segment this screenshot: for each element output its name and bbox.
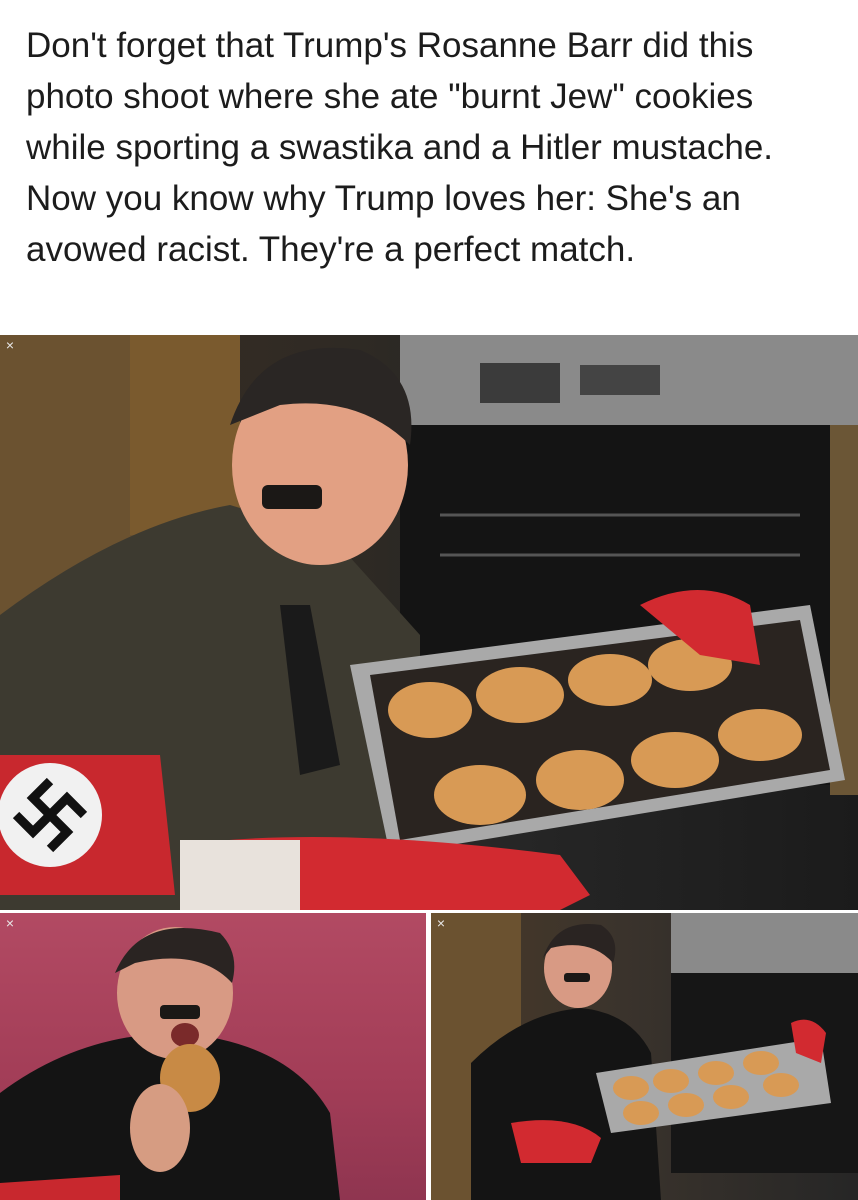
open-mouth [171,1023,199,1047]
bottom-right-photo[interactable]: × [431,913,858,1200]
mustache [564,973,590,982]
main-photo-illustration [0,335,858,910]
oven-display [480,363,560,403]
bottom-left-photo-illustration [0,927,340,1200]
oven-control-panel [671,913,858,973]
close-icon[interactable]: × [2,915,18,931]
bottom-right-photo-illustration [431,913,858,1200]
mitt-cuff [180,840,300,910]
mustache [160,1005,200,1019]
post-caption: Don't forget that Trump's Rosanne Barr d… [26,26,774,269]
bottom-left-photo[interactable]: × [0,913,426,1200]
close-icon[interactable]: × [433,915,449,931]
hand [130,1084,190,1172]
close-icon[interactable]: × [2,337,18,353]
main-photo[interactable]: × [0,335,858,910]
cabinet [130,335,240,535]
oven-buttons [580,365,660,395]
mustache [262,485,322,509]
